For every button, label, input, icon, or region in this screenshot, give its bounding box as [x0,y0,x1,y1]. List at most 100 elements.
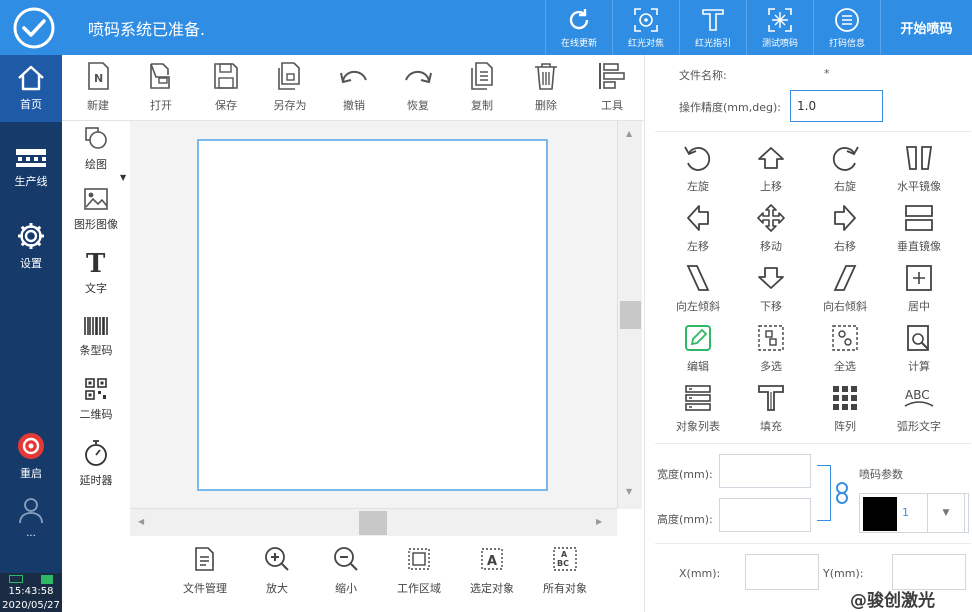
move-left-label: 左移 [687,240,709,253]
zoom-in-button[interactable]: 放大 [244,546,310,596]
scroll-right-icon[interactable]: ▶ [596,517,602,526]
open-button[interactable]: 打开 [133,61,189,113]
select-object-button[interactable]: A 选定对象 [459,546,525,596]
center-label: 居中 [908,300,930,313]
battery-icon [9,575,23,583]
all-objects-button[interactable]: A BC 所有对象 [532,546,598,596]
barcode-button[interactable]: 条型码 [62,315,130,358]
nav-item-restart-label: 重启 [20,467,42,480]
redo-button[interactable]: 恢复 [390,61,446,113]
text-button[interactable]: T 文字 [62,249,130,296]
undo-icon [340,70,367,84]
file-name-label: 文件名称: [679,69,727,82]
delete-button[interactable]: 删除 [518,61,574,113]
rotate-right-button[interactable]: 右旋 [808,143,882,194]
fill-button[interactable]: 填充 [734,383,808,434]
nav-item-settings-label: 设置 [20,257,42,270]
move-down-label: 下移 [760,300,782,313]
print-info-button[interactable]: 打码信息 [813,0,880,55]
new-button[interactable]: N 新建 [70,61,126,113]
lock-ratio-button[interactable] [833,480,851,506]
nav-item-production-line[interactable]: 生产线 [0,147,62,189]
fill-label: 填充 [760,420,782,433]
nav-item-user[interactable]: ... [0,496,62,539]
calculate-label: 计算 [908,360,930,373]
vertical-scrollbar[interactable]: ▲ ▼ [617,121,642,509]
x-input[interactable] [745,554,819,590]
vertical-scroll-thumb[interactable] [620,301,641,329]
select-all-button[interactable]: 全选 [808,323,882,374]
file-manage-button[interactable]: 文件管理 [172,546,238,596]
nav-item-settings[interactable]: 设置 [0,221,62,271]
print-params-label: 喷码参数 [859,468,903,481]
skew-right-button[interactable]: 向右倾斜 [808,263,882,314]
center-button[interactable]: 居中 [882,263,956,314]
image-button[interactable]: 图形图像 [62,187,130,232]
test-print-label: 测试喷码 [761,38,798,49]
move-button[interactable]: 移动 [734,203,808,254]
multi-select-button[interactable]: 多选 [734,323,808,374]
print-area[interactable] [197,139,548,491]
draw-label: 绘图 [85,158,107,171]
red-light-guide-button[interactable]: 红光指引 [679,0,746,55]
nav-item-restart[interactable]: 重启 [0,431,62,481]
red-light-focus-button[interactable]: 红光对焦 [612,0,679,55]
move-down-button[interactable]: 下移 [734,263,808,314]
design-canvas[interactable] [130,121,642,508]
horizontal-scroll-thumb[interactable] [359,511,387,535]
skew-left-button[interactable]: 向左倾斜 [661,263,735,314]
online-update-button[interactable]: 在线更新 [545,0,612,55]
mirror-vertical-button[interactable]: 垂直镜像 [882,203,956,254]
zoom-in-label: 放大 [266,582,288,595]
svg-text:BC: BC [557,559,569,568]
move-left-button[interactable]: 左移 [661,203,735,254]
color-dropdown-button[interactable]: ▼ [927,493,965,533]
draw-button[interactable]: 绘图 ▼ [62,125,130,182]
height-input[interactable] [719,498,811,532]
test-print-button[interactable]: 测试喷码 [746,0,813,55]
move-left-icon [687,205,709,231]
calculate-button[interactable]: 计算 [882,323,956,374]
work-area-button[interactable]: 工作区域 [386,546,452,596]
file-manage-icon [195,547,214,571]
multi-select-label: 多选 [760,360,782,373]
save-button[interactable]: 保存 [198,61,254,113]
skew-right-icon [833,265,857,291]
scroll-left-icon[interactable]: ◀ [138,517,144,526]
image-label: 图形图像 [74,218,118,231]
save-as-button[interactable]: 另存为 [262,61,318,113]
undo-button[interactable]: 撤销 [326,61,382,113]
select-all-label: 全选 [834,360,856,373]
array-button[interactable]: 阵列 [808,383,882,434]
horizontal-scrollbar[interactable]: ◀ ▶ [130,508,617,536]
clock: 15:43:58 2020/05/27 [0,573,62,612]
text-label: 文字 [85,282,107,295]
nav-item-home[interactable]: 首页 [0,55,62,122]
qrcode-button[interactable]: 二维码 [62,377,130,422]
mirror-horizontal-button[interactable]: 水平镜像 [882,143,956,194]
edit-label: 编辑 [687,360,709,373]
focus-target-icon [634,7,658,32]
scroll-down-icon[interactable]: ▼ [626,487,632,496]
rotate-left-button[interactable]: 左旋 [661,143,735,194]
width-input[interactable] [719,454,811,488]
array-icon [833,386,857,410]
fill-icon [758,385,784,411]
copy-button[interactable]: 复制 [454,61,510,113]
svg-text:A: A [561,550,568,559]
copy-label: 复制 [471,99,493,112]
start-print-button[interactable]: 开始喷码 [880,0,972,55]
y-input[interactable] [892,554,966,590]
timer-button[interactable]: 延时器 [62,439,130,488]
edit-button[interactable]: 编辑 [661,323,735,374]
undo-label: 撤销 [343,99,365,112]
arc-text-button[interactable]: ABC 弧形文字 [882,383,956,434]
delete-label: 删除 [535,99,557,112]
tools-button[interactable]: 工具 [584,61,640,113]
object-list-button[interactable]: 对象列表 [661,383,735,434]
move-up-button[interactable]: 上移 [734,143,808,194]
precision-input[interactable]: 1.0 [790,90,883,122]
move-right-button[interactable]: 右移 [808,203,882,254]
scroll-up-icon[interactable]: ▲ [626,129,632,138]
zoom-out-button[interactable]: 缩小 [313,546,379,596]
